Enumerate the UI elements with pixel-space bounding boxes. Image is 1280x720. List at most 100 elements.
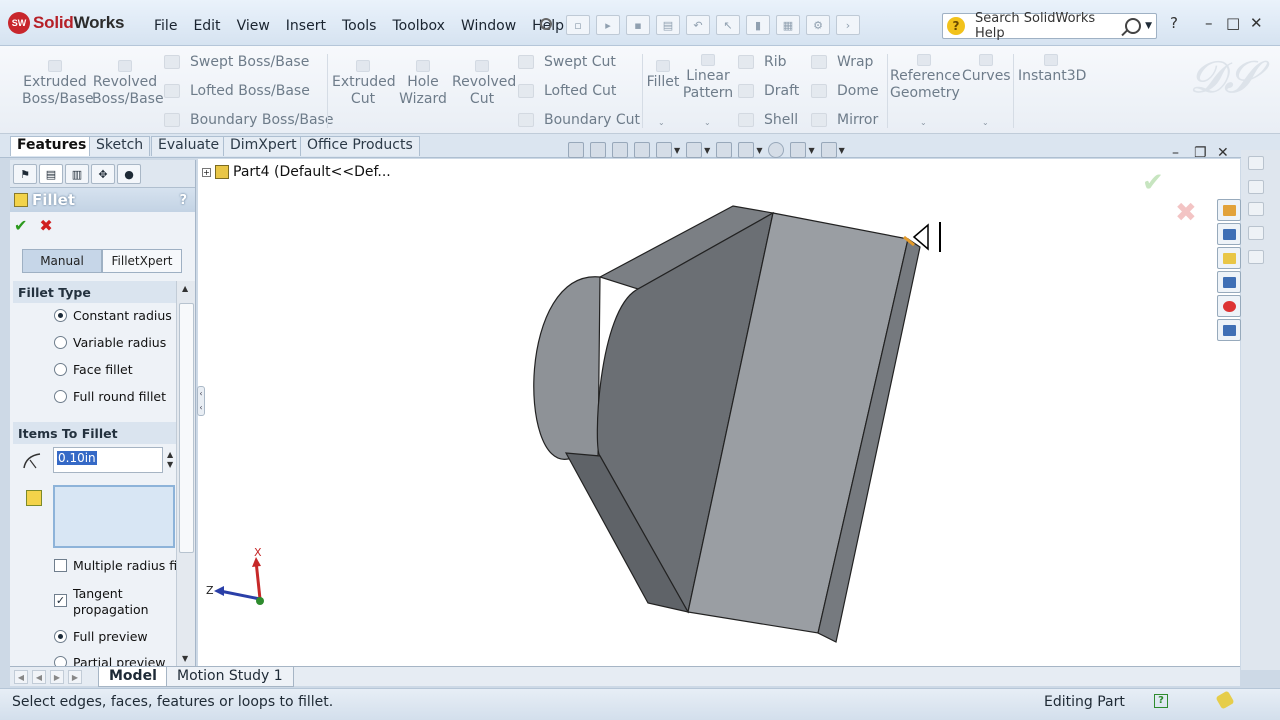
menu-insert[interactable]: Insert <box>278 16 334 36</box>
close-button[interactable]: ✕ <box>1250 14 1263 32</box>
linear-pattern-button[interactable]: Linear Pattern <box>682 54 734 102</box>
panel-scrollbar[interactable]: ▲ ▼ <box>176 281 195 666</box>
ok-icon[interactable]: ✔ <box>14 216 27 235</box>
task-pane-icon-2[interactable] <box>1248 180 1264 194</box>
confirmation-cancel-icon[interactable]: ✖ <box>1175 198 1197 228</box>
tab-dimxpert[interactable]: DimXpert <box>223 136 304 156</box>
options-icon[interactable]: ⚙ <box>806 15 830 35</box>
hide-show-icon[interactable] <box>716 142 733 158</box>
curves-dropdown-icon[interactable]: ⌄ <box>982 118 989 127</box>
revolved-boss-button[interactable]: Revolved Boss/Base <box>92 60 164 108</box>
shell-button[interactable]: Shell <box>738 112 798 128</box>
model-view[interactable] <box>198 159 1240 666</box>
search-icon[interactable] <box>1125 18 1142 34</box>
tangent-propagation-option[interactable]: ✓ Tangent propagation <box>54 586 163 618</box>
feature-manager-tab-icon[interactable]: ⚑ <box>13 164 37 184</box>
open-document-icon[interactable]: ▸ <box>596 15 620 35</box>
partial-preview-option[interactable]: Partial preview <box>54 655 166 666</box>
menu-window[interactable]: Window <box>453 16 524 36</box>
design-library-icon[interactable] <box>1217 223 1241 245</box>
checkbox[interactable] <box>54 559 67 572</box>
radius-spinner[interactable]: ▲ ▼ <box>167 450 173 470</box>
rib-button[interactable]: Rib <box>738 54 787 70</box>
radio-button[interactable] <box>54 630 67 643</box>
previous-view-icon[interactable] <box>612 142 628 158</box>
face-fillet-option[interactable]: Face fillet <box>54 362 133 377</box>
fillet-dropdown-icon[interactable]: ⌄ <box>658 118 665 127</box>
scroll-up-icon[interactable]: ▲ <box>182 284 188 293</box>
pin-menu-icon[interactable] <box>540 18 552 30</box>
undo-icon[interactable]: ↶ <box>686 15 710 35</box>
fillet-type-group-header[interactable]: Fillet Type <box>13 281 178 303</box>
caret-icon[interactable]: ▼ <box>756 146 762 155</box>
filletxpert-tab[interactable]: FilletXpert <box>102 249 182 273</box>
draft-button[interactable]: Draft <box>738 83 799 99</box>
edges-selection-box[interactable] <box>53 485 175 548</box>
menu-toolbox[interactable]: Toolbox <box>384 16 453 36</box>
mirror-button[interactable]: Mirror <box>811 112 878 128</box>
first-tab-icon[interactable]: ◀ <box>14 670 28 684</box>
refgeom-dropdown-icon[interactable]: ⌄ <box>920 118 927 127</box>
view-settings-icon[interactable] <box>790 142 807 158</box>
extruded-cut-button[interactable]: Extruded Cut <box>332 60 396 108</box>
view-orientation-icon[interactable] <box>656 142 672 158</box>
display-pane-icon[interactable] <box>820 142 837 158</box>
custom-properties-icon[interactable] <box>1217 319 1241 341</box>
viewport-close-button[interactable]: ✕ <box>1217 145 1229 161</box>
radius-input[interactable]: 0.10in <box>53 447 163 473</box>
caret-icon[interactable]: ▼ <box>839 146 845 155</box>
select-icon[interactable]: ↖ <box>716 15 740 35</box>
wrap-button[interactable]: Wrap <box>811 54 873 70</box>
help-menu-icon[interactable]: ? <box>1170 14 1178 32</box>
curves-button[interactable]: Curves <box>962 54 1011 85</box>
radio-button[interactable] <box>54 309 67 322</box>
dimxpert-manager-tab-icon[interactable]: ✥ <box>91 164 115 184</box>
search-dropdown-icon[interactable]: ▼ <box>1145 21 1152 31</box>
menu-edit[interactable]: Edit <box>185 16 228 36</box>
menu-tools[interactable]: Tools <box>334 16 385 36</box>
items-to-fillet-group-header[interactable]: Items To Fillet <box>13 422 178 444</box>
view-palette-icon[interactable] <box>1217 271 1241 293</box>
lofted-cut-button[interactable]: Lofted Cut <box>518 83 616 99</box>
task-pane-icon-3[interactable] <box>1248 202 1264 216</box>
instant3d-button[interactable]: Instant3D <box>1018 54 1086 85</box>
help-icon[interactable]: ? <box>179 193 187 208</box>
dome-button[interactable]: Dome <box>811 83 879 99</box>
viewport-minimize-button[interactable]: – <box>1172 145 1179 161</box>
radio-button[interactable] <box>54 390 67 403</box>
save-icon[interactable]: ▪ <box>626 15 650 35</box>
apply-scene-icon[interactable] <box>768 142 785 158</box>
display-style-icon[interactable] <box>686 142 703 158</box>
hole-wizard-button[interactable]: Hole Wizard <box>396 60 450 108</box>
boundary-cut-button[interactable]: Boundary Cut <box>518 112 640 128</box>
more-icon[interactable]: › <box>836 15 860 35</box>
next-tab-icon[interactable]: ▶ <box>50 670 64 684</box>
task-pane-icon-5[interactable] <box>1248 250 1264 264</box>
print-icon[interactable]: ▤ <box>656 15 680 35</box>
prev-tab-icon[interactable]: ◀ <box>32 670 46 684</box>
viewport-restore-button[interactable]: ❐ <box>1194 145 1207 161</box>
full-preview-option[interactable]: Full preview <box>54 629 148 644</box>
swept-cut-button[interactable]: Swept Cut <box>518 54 616 70</box>
menu-file[interactable]: File <box>146 16 185 36</box>
tab-evaluate[interactable]: Evaluate <box>151 136 227 156</box>
tab-motion-study[interactable]: Motion Study 1 <box>166 667 294 687</box>
checkbox[interactable]: ✓ <box>54 594 67 607</box>
manual-tab[interactable]: Manual <box>22 249 102 273</box>
radio-button[interactable] <box>54 363 67 376</box>
property-manager-tab-icon[interactable]: ▤ <box>39 164 63 184</box>
tab-features[interactable]: Features <box>10 136 94 156</box>
search-input[interactable]: Search SolidWorks Help <box>975 11 1125 41</box>
task-pane-icon-1[interactable] <box>1248 156 1264 170</box>
appearances-icon[interactable] <box>1217 295 1241 317</box>
file-properties-icon[interactable]: ▦ <box>776 15 800 35</box>
boundary-boss-button[interactable]: Boundary Boss/Base <box>164 112 333 128</box>
expand-icon[interactable]: + <box>202 167 211 177</box>
minimize-button[interactable]: – <box>1205 14 1213 32</box>
full-round-fillet-option[interactable]: Full round fillet <box>54 389 166 404</box>
caret-icon[interactable]: ▼ <box>704 146 710 155</box>
caret-icon[interactable]: ▼ <box>808 146 814 155</box>
cancel-icon[interactable]: ✖ <box>39 216 52 235</box>
fillet-button[interactable]: Fillet <box>646 60 680 91</box>
radio-button[interactable] <box>54 336 67 349</box>
